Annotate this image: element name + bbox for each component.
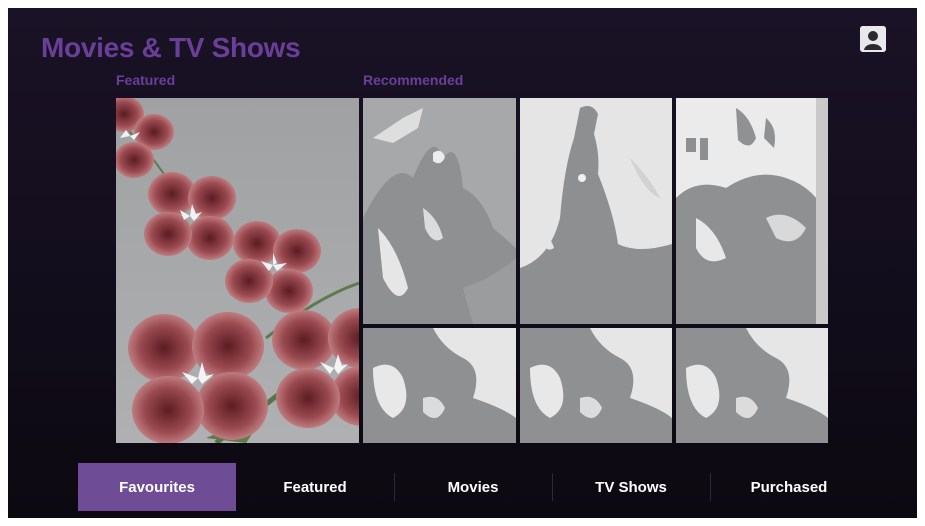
recommended-tile-3[interactable] <box>676 98 828 324</box>
recommended-section-label: Recommended <box>363 72 464 88</box>
tab-favourites[interactable]: Favourites <box>78 463 236 511</box>
tab-featured[interactable]: Featured <box>236 463 394 511</box>
user-profile-icon[interactable] <box>860 26 886 52</box>
category-tab-bar: Favourites Featured Movies TV Shows Purc… <box>78 463 868 511</box>
tab-purchased[interactable]: Purchased <box>710 463 868 511</box>
recommended-tile-6[interactable] <box>676 328 828 443</box>
app-screen: Movies & TV Shows Featured Recommended F… <box>8 8 917 518</box>
recommended-tile-1[interactable] <box>363 98 516 324</box>
recommended-tile-4[interactable] <box>363 328 516 443</box>
page-title: Movies & TV Shows <box>41 32 301 63</box>
featured-section-label: Featured <box>116 72 176 88</box>
featured-poster[interactable] <box>116 98 359 443</box>
tab-tv-shows[interactable]: TV Shows <box>552 463 710 511</box>
recommended-tile-5[interactable] <box>520 328 672 443</box>
recommended-tile-2[interactable] <box>520 98 672 324</box>
tab-movies[interactable]: Movies <box>394 463 552 511</box>
